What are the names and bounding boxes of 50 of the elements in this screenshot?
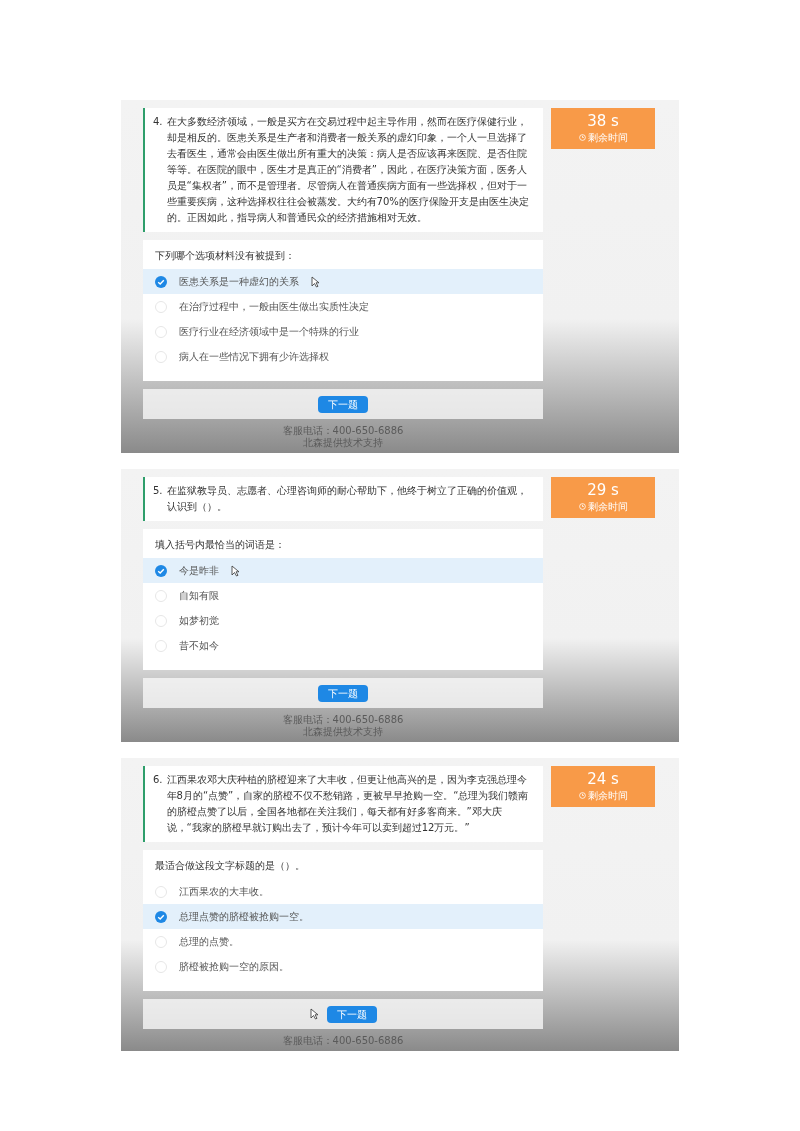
clock-icon <box>578 134 586 141</box>
option-text: 自知有限 <box>179 589 219 603</box>
question-number: 5. <box>153 484 163 498</box>
option-text: 在治疗过程中，一般由医生做出实质性决定 <box>179 300 369 314</box>
answer-option[interactable]: 病人在一些情况下拥有少许选择权 <box>143 344 543 369</box>
answer-option[interactable]: 自知有限 <box>143 583 543 608</box>
footer-text: 客服电话：400-650-6886 <box>282 714 404 726</box>
question-prompt: 填入括号内最恰当的词语是： <box>154 538 286 552</box>
option-text: 昔不如今 <box>179 639 219 653</box>
answer-option[interactable]: 今是昨非 <box>143 558 543 583</box>
answer-option[interactable]: 总理的点赞。 <box>143 929 543 954</box>
question-number: 4. <box>153 115 163 129</box>
option-text: 江西果农的大丰收。 <box>179 885 269 899</box>
clock-icon <box>578 792 586 799</box>
clock-icon <box>578 503 586 510</box>
question-text: 江西果农邓大庆种植的脐橙迎来了大丰收，但更让他高兴的是，因为李克强总理今年8月的“点赞”，自家的脐橙不仅不愁销路，更被早早抢购一空。“总理为我们赣南的脐橙点赞了以后，全国各地都在关注我们，每天都有好多客商来。”邓大庆说，“我家的脐橙早就订购出去了，预计今年可以卖到超过12万元。” <box>166 773 530 835</box>
next-question-button[interactable]: 下一题 <box>326 1005 377 1023</box>
timer-label: 剩余时间 <box>587 500 628 514</box>
timer-value: 24 s <box>587 770 619 788</box>
timer-label: 剩余时间 <box>587 789 628 803</box>
checked-radio-icon[interactable] <box>155 275 167 288</box>
question-prompt: 下列哪个选项材料没有被提到： <box>154 249 296 263</box>
question-text: 在大多数经济领域，一般是买方在交易过程中起主导作用，然而在医疗保健行业，却是相反的。医患关系是生产者和消费者一般关系的虚幻印象，一个人一旦选择了去看医生，通常会由医生做出所有重大的决策：病人是否应该再来医院、是否住院等等。在医院的眼中，医生才是真正的“消费者”，因此，在医疗决策方面，医务人员是“集权者”，而不是管理者。尽管病人在普通疾病方面有一些选择权，但对于一些重要疾病，这种选择权往往会被蒸发。大约有70%的医疗保险开支是由医生决定的。正因如此，指导病人和普通民众的经济措施相对无效。 <box>166 115 530 225</box>
option-text: 脐橙被抢购一空的原因。 <box>179 960 289 974</box>
footer-text: 客服电话：400-650-6886 <box>282 425 404 437</box>
checked-radio-icon[interactable] <box>155 910 167 923</box>
option-text: 医患关系是一种虚幻的关系 <box>179 275 299 289</box>
question-text: 在监狱教导员、志愿者、心理咨询师的耐心帮助下，他终于树立了正确的价值观，认识到（）。 <box>166 484 528 514</box>
option-text: 总理的点赞。 <box>179 935 239 949</box>
answer-option[interactable]: 总理点赞的脐橙被抢购一空。 <box>143 904 543 929</box>
timer-value: 38 s <box>587 112 619 130</box>
answer-option[interactable]: 江西果农的大丰收。 <box>143 879 543 904</box>
answer-option[interactable]: 如梦初觉 <box>143 608 543 633</box>
next-question-button[interactable]: 下一题 <box>318 395 368 413</box>
timer-label: 剩余时间 <box>587 131 628 145</box>
timer-value: 29 s <box>587 481 619 499</box>
answer-option[interactable]: 医患关系是一种虚幻的关系 <box>143 269 543 294</box>
question-number: 6. <box>153 773 163 787</box>
next-question-button[interactable]: 下一题 <box>318 684 368 702</box>
answer-option[interactable]: 在治疗过程中，一般由医生做出实质性决定 <box>143 294 543 319</box>
checked-radio-icon[interactable] <box>155 564 167 577</box>
option-text: 如梦初觉 <box>179 614 219 628</box>
option-text: 医疗行业在经济领域中是一个特殊的行业 <box>179 325 359 339</box>
question-prompt: 最适合做这段文字标题的是（）。 <box>154 859 306 873</box>
answer-option[interactable]: 昔不如今 <box>143 633 543 658</box>
option-text: 今是昨非 <box>179 564 219 578</box>
answer-option[interactable]: 脐橙被抢购一空的原因。 <box>143 954 543 979</box>
option-text: 总理点赞的脐橙被抢购一空。 <box>179 910 309 924</box>
answer-option[interactable]: 医疗行业在经济领域中是一个特殊的行业 <box>143 319 543 344</box>
option-text: 病人在一些情况下拥有少许选择权 <box>179 350 329 364</box>
